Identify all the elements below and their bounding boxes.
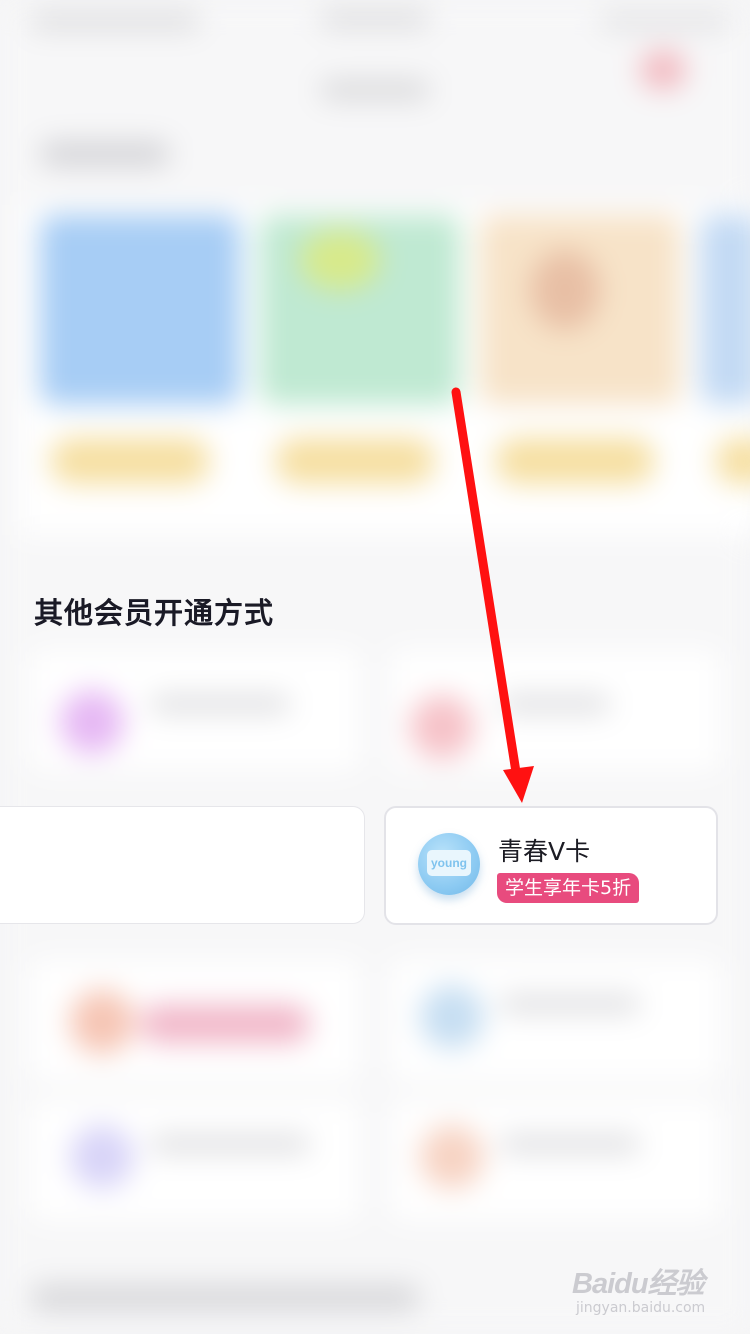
young-logo-icon: young [418,833,480,895]
blurred-background [0,0,750,1334]
young-logo-text: young [427,850,471,876]
watermark-brand: Baidu经验 [572,1268,705,1300]
youth-v-card-option[interactable]: young 青春V卡 学生享年卡5折 [384,806,718,925]
membership-option-card[interactable] [0,806,365,924]
student-discount-badge: 学生享年卡5折 [497,873,640,903]
watermark-url: jingyan.baidu.com [576,1300,706,1316]
youth-v-card-title: 青春V卡 [498,837,591,866]
section-title: 其他会员开通方式 [34,596,275,630]
baidu-jingyan-watermark: Baidu经验 jingyan.baidu.com [572,1260,712,1316]
